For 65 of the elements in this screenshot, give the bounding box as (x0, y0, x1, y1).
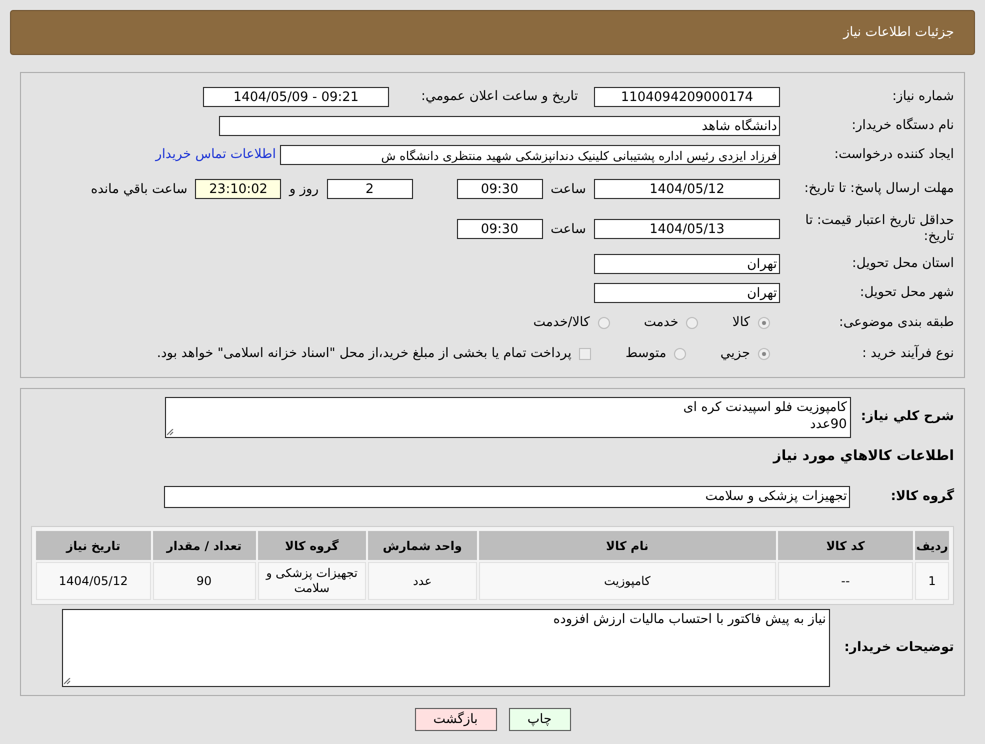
resize-grip-icon[interactable] (64, 678, 71, 685)
back-button[interactable]: بازگشت (414, 708, 496, 731)
table-cell: 1 (915, 562, 949, 600)
radio-button[interactable] (686, 316, 698, 328)
field-label: روز و (289, 182, 319, 196)
text-field[interactable]: 09:30 (456, 179, 543, 199)
text-field[interactable]: تجهیزات پزشکی و سلامت (164, 486, 850, 508)
table-cell: تجهیزات پزشکی و سلامت (258, 562, 366, 600)
option-label: متوسط (625, 346, 666, 361)
radio-button[interactable] (674, 348, 686, 360)
option-label: کالا/خدمت (533, 315, 590, 330)
text-field[interactable]: 2 (326, 179, 413, 199)
field-label: حداقل تاریخ اعتبار قیمت: تا تاریخ: (804, 213, 954, 245)
column-header: کد کالا (778, 531, 914, 560)
table-cell: -- (778, 562, 914, 600)
column-header: گروه کالا (258, 531, 366, 560)
field-label: استان محل تحویل: (851, 256, 954, 272)
description-box[interactable]: کامپوزیت فلو اسپیدنت کره ای 90عدد (164, 397, 851, 438)
table-cell: کامپوزیت (478, 562, 776, 600)
radio-button[interactable] (598, 316, 610, 328)
resize-grip-icon[interactable] (166, 429, 174, 436)
contact-link[interactable]: اطلاعات تماس خریدار (156, 147, 276, 162)
page-title: جزئیات اطلاعات نیاز (843, 25, 954, 40)
text-field[interactable]: فرزاد ایزدی رئیس اداره پشتیبانی کلینیک دندانپزشکی شهید منتظری دانشگاه ش (280, 144, 780, 164)
field-label: ساعت باقي مانده (90, 182, 188, 196)
column-header: نام کالا (478, 531, 776, 560)
checkbox[interactable] (579, 348, 592, 360)
field-label: طبقه بندی موضوعی: (838, 314, 954, 330)
text-field[interactable]: 1104094209000174 (594, 86, 780, 106)
field-label: تاریخ و ساعت اعلان عمومي: (420, 89, 578, 104)
column-header: تعداد / مقدار (152, 531, 256, 560)
section-heading: اطلاعات کالاهاي مورد نياز (773, 448, 954, 464)
notes-box[interactable]: نیاز به پیش فاکتور با احتساب مالیات ارزش افزوده (62, 609, 830, 687)
countdown-field[interactable]: 23:10:02 (195, 179, 282, 199)
field-label: ایجاد کننده درخواست: (833, 146, 954, 162)
column-header: واحد شمارش (368, 531, 477, 560)
text-field[interactable]: 1404/05/09 - 09:21 (203, 86, 389, 106)
field-label: ساعت (550, 182, 586, 196)
field-label: نام دستگاه خریدار: (850, 118, 954, 134)
field-label: نوع فرآیند خرید : (861, 346, 954, 362)
field-label: توضیحات خریدار: (843, 640, 954, 656)
option-label: جزيي (720, 346, 750, 361)
text-field[interactable]: 1404/05/13 (594, 219, 780, 239)
column-header: تاریخ نیاز (36, 531, 151, 560)
radio-button[interactable] (758, 348, 770, 360)
field-label: مهلت ارسال پاسخ: تا تاریخ: (803, 181, 954, 197)
field-label: شرح کلي نياز: (860, 409, 954, 425)
option-label: پرداخت تمام یا بخشی از مبلغ خرید،از محل "اسناد خزانه اسلامی" خواهد بود. (156, 346, 572, 361)
field-label: ساعت (550, 222, 586, 236)
text-field[interactable]: تهران (594, 254, 780, 274)
column-header: ردیف (915, 531, 949, 560)
text-field[interactable]: دانشگاه شاهد (219, 116, 780, 136)
table-cell: 1404/05/12 (36, 562, 151, 600)
field-label: گروه کالا: (890, 489, 954, 505)
table-cell: عدد (368, 562, 477, 600)
table-cell: 90 (152, 562, 256, 600)
print-button[interactable]: چاپ (508, 708, 570, 731)
option-label: کالا (732, 315, 750, 330)
text-field[interactable]: 1404/05/12 (594, 179, 780, 199)
option-label: خدمت (644, 315, 678, 330)
text-field[interactable]: 09:30 (456, 219, 543, 239)
field-label: شماره نیاز: (891, 88, 954, 104)
radio-button[interactable] (758, 316, 770, 328)
field-label: شهر محل تحویل: (858, 284, 954, 300)
text-field[interactable]: تهران (594, 282, 780, 302)
